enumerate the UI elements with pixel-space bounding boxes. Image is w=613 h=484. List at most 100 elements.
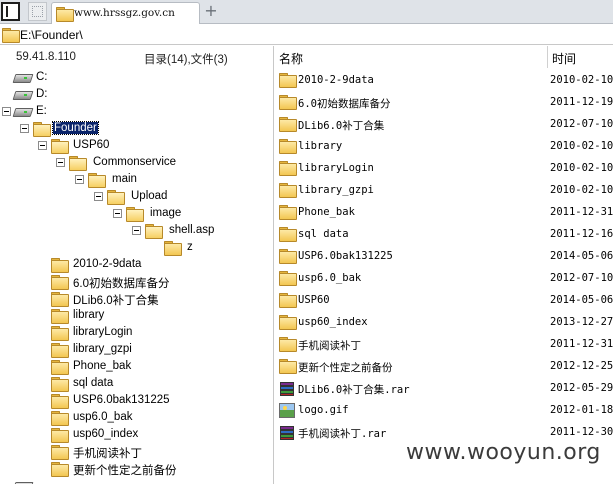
image-icon [279, 403, 295, 418]
collapse-icon[interactable] [56, 158, 65, 167]
sidebar-toggle-icon[interactable] [1, 2, 20, 21]
file-date: 2010-02-10 [550, 74, 613, 86]
tree-label: Phone_bak [73, 360, 132, 372]
folder-icon [279, 95, 297, 110]
tree-label: libraryLogin [73, 326, 133, 338]
folder-open-icon [88, 173, 106, 188]
browser-tab-bar: www.hrssgz.gov.cn + [0, 0, 613, 24]
collapse-icon[interactable] [113, 209, 122, 218]
folder-icon [279, 117, 297, 132]
tree-label: USP60 [73, 139, 110, 151]
tree-label: Founder [52, 121, 99, 135]
drive-icon [14, 106, 30, 116]
folder-icon [51, 343, 69, 358]
column-header-name[interactable]: 名称 [279, 46, 549, 68]
file-row[interactable]: DLib6.0补丁合集.rar 2012-05-29 [275, 378, 613, 400]
folder-open-icon [69, 156, 87, 171]
tree-label: library_gzpi [73, 343, 132, 355]
file-row[interactable]: 6.0初始数据库备分 2011-12-19 [275, 92, 613, 114]
tree-label: usp6.0_bak [73, 411, 133, 423]
column-header-time[interactable]: 时间 [552, 46, 613, 68]
folder-icon [279, 293, 297, 308]
folder-icon [279, 359, 297, 374]
tab-hrssgz[interactable]: www.hrssgz.gov.cn [51, 2, 200, 24]
folder-icon [279, 315, 297, 330]
tree-label: 更新个性定之前备份 [73, 465, 177, 477]
tree-label: image [150, 207, 182, 219]
folder-icon [279, 271, 297, 286]
file-name: 2010-2-9data [298, 74, 374, 86]
tree-label: z [187, 241, 193, 253]
file-date: 2012-12-25 [550, 360, 613, 372]
folder-icon [279, 161, 297, 176]
folder-icon [279, 227, 297, 242]
file-row[interactable]: 更新个性定之前备份 2012-12-25 [275, 356, 613, 378]
file-row[interactable]: 2010-2-9data 2010-02-10 [275, 70, 613, 92]
file-row[interactable]: USP60 2014-05-06 [275, 290, 613, 312]
file-name: DLib6.0补丁合集.rar [298, 384, 410, 396]
file-row[interactable]: usp60_index 2013-12-27 [275, 312, 613, 334]
collapse-icon[interactable] [20, 124, 29, 133]
file-date: 2011-12-31 [550, 338, 613, 350]
file-row[interactable]: library_gzpi 2010-02-10 [275, 180, 613, 202]
file-row[interactable]: Phone_bak 2011-12-31 [275, 202, 613, 224]
tree-label: sql data [73, 377, 114, 389]
tree-label: USP6.0bak131225 [73, 394, 170, 406]
address-bar[interactable]: E:\Founder\ [0, 25, 613, 45]
file-date: 2012-07-10 [550, 272, 613, 284]
tree-label: main [112, 173, 137, 185]
collapse-icon[interactable] [75, 175, 84, 184]
file-date: 2010-02-10 [550, 162, 613, 174]
folder-icon [2, 28, 20, 43]
file-row[interactable]: usp6.0_bak 2012-07-10 [275, 268, 613, 290]
item-counts: 目录(14),文件(3) [144, 54, 228, 66]
folder-icon [51, 309, 69, 324]
file-row[interactable]: libraryLogin 2010-02-10 [275, 158, 613, 180]
tree-label: D: [36, 88, 48, 100]
new-window-icon[interactable] [28, 2, 47, 21]
folder-icon [279, 337, 297, 352]
address-path[interactable]: E:\Founder\ [20, 28, 83, 42]
file-name: libraryLogin [298, 162, 374, 174]
folder-icon [51, 411, 69, 426]
collapse-icon[interactable] [38, 141, 47, 150]
file-name: library [298, 140, 343, 152]
rar-icon [279, 425, 295, 441]
file-date: 2012-01-18 [550, 404, 613, 416]
file-date: 2010-02-10 [550, 184, 613, 196]
folder-icon [51, 292, 69, 307]
file-name: 更新个性定之前备份 [298, 362, 393, 374]
folder-icon [51, 326, 69, 341]
new-tab-button[interactable]: + [204, 2, 218, 20]
tree-label: 6.0初始数据库备分 [73, 278, 170, 290]
folder-icon [279, 73, 297, 88]
file-row[interactable]: 手机阅读补丁 2011-12-31 [275, 334, 613, 356]
column-divider[interactable] [547, 46, 548, 68]
file-date: 2014-05-06 [550, 294, 613, 306]
collapse-icon[interactable] [2, 107, 11, 116]
folder-icon [51, 428, 69, 443]
folder-icon [51, 258, 69, 273]
tree-label: Commonservice [93, 156, 177, 168]
folder-open-icon [107, 190, 125, 205]
file-row[interactable]: library 2010-02-10 [275, 136, 613, 158]
folder-icon [51, 377, 69, 392]
collapse-icon[interactable] [132, 226, 141, 235]
collapse-icon[interactable] [94, 192, 103, 201]
folder-icon [51, 360, 69, 375]
server-ip: 59.41.8.110 [16, 51, 76, 63]
file-list-pane: 名称 时间 2010-2-9data 2010-02-10 6.0初始数据库备分… [275, 46, 613, 484]
file-row[interactable]: DLib6.0补丁合集 2012-07-10 [275, 114, 613, 136]
file-row[interactable]: sql data 2011-12-16 [275, 224, 613, 246]
folder-icon [51, 394, 69, 409]
tree-header: 59.41.8.110 目录(14),文件(3) [0, 46, 273, 68]
file-name: USP60 [298, 294, 330, 306]
folder-icon [51, 462, 69, 477]
file-date: 2011-12-31 [550, 206, 613, 218]
tree-label: DLib6.0补丁合集 [73, 295, 159, 307]
file-row[interactable]: USP6.0bak131225 2014-05-06 [275, 246, 613, 268]
folder-icon [279, 183, 297, 198]
tree-label: shell.asp [169, 224, 215, 236]
folder-icon [51, 275, 69, 290]
file-row[interactable]: logo.gif 2012-01-18 [275, 400, 613, 422]
